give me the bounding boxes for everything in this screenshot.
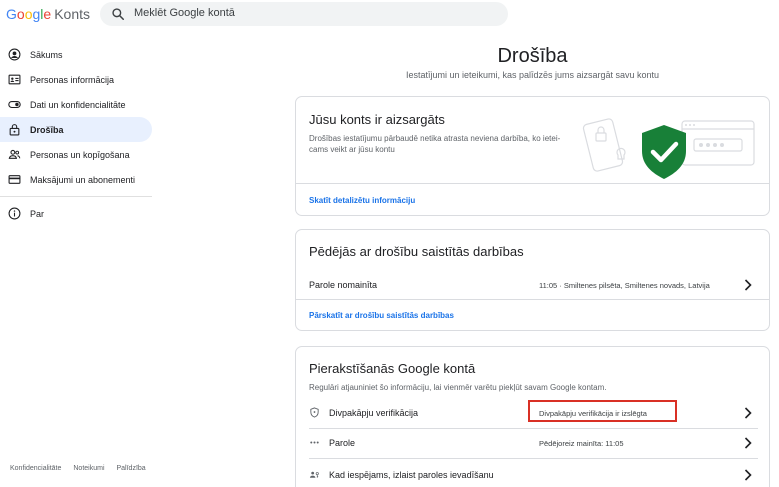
top-bar: Google Konts Meklēt Google kontā (0, 0, 779, 30)
signin-row-name: Divpakāpju verifikācija (329, 408, 419, 418)
footer-link-privacy[interactable]: Konfidencialitāte (10, 465, 61, 472)
people-icon (8, 149, 21, 159)
page-title: Drošība (497, 45, 568, 67)
security-status-desc: Drošības iestatījumu pārbaudē netika atr… (309, 134, 561, 154)
chevron-right-icon (744, 437, 752, 449)
sidebar-item-security[interactable]: Drošība (0, 117, 152, 142)
protected-shield-illustration (582, 118, 755, 179)
signin-row-name: Kad iespējams, izlaist paroles ievadīšan… (329, 470, 494, 480)
sidebar-item-people-sharing[interactable]: Personas un kopīgošana (0, 142, 152, 167)
recent-activity-card: Pēdējās ar drošību saistītās darbības Pa… (295, 229, 770, 331)
shield-outline-icon (310, 407, 319, 418)
search-icon[interactable] (111, 7, 125, 21)
activity-row-password-changed[interactable]: Parole nomainīta 11:05 · Smiltenes pilsē… (296, 271, 769, 299)
info-icon (8, 207, 21, 220)
row-divider (309, 458, 758, 459)
page-subtitle: Iestatījumi un ieteikumi, kas palīdzēs j… (405, 70, 660, 80)
sidebar-item-about[interactable]: Par (0, 201, 152, 226)
credit-card-icon (8, 175, 21, 184)
footer-link-help[interactable]: Palīdzība (117, 465, 146, 472)
sidebar-item-home[interactable]: Sākums (0, 42, 152, 67)
activity-details: 11:05 · Smiltenes pilsēta, Smiltenes nov… (539, 281, 710, 290)
password-dots-icon (310, 441, 319, 444)
review-activity-link[interactable]: Pārskatīt ar drošību saistītās darbības (309, 311, 454, 320)
chevron-right-icon (744, 469, 752, 481)
footer-link-terms[interactable]: Noteikumi (73, 465, 104, 472)
card-divider (296, 299, 769, 300)
lock-icon (9, 124, 20, 136)
signin-row-value: Pēdējoreiz mainīta: 11:05 (539, 439, 624, 448)
highlight-box (528, 400, 677, 422)
signin-row-password[interactable]: Parole Pēdējoreiz mainīta: 11:05 (296, 429, 769, 457)
sidebar-footer: Konfidencialitāte Noteikumi Palīdzība (10, 465, 146, 472)
view-details-link[interactable]: Skatīt detalizētu informāciju (309, 196, 415, 205)
activity-name: Parole nomainīta (309, 280, 378, 290)
google-account-logo[interactable]: Google Konts (6, 6, 90, 22)
sidebar-item-personal-info[interactable]: Personas informācija (0, 67, 152, 92)
product-name: Konts (54, 6, 91, 22)
search-placeholder: Meklēt Google kontā (134, 7, 235, 19)
signin-row-name: Parole (329, 438, 356, 448)
security-status-card: Jūsu konts ir aizsargāts Drošības iestat… (295, 96, 770, 216)
card-divider (296, 183, 769, 184)
signin-row-passkey[interactable]: Kad iespējams, izlaist paroles ievadīšan… (296, 461, 769, 487)
passkey-icon (309, 471, 319, 478)
shield-check-icon (642, 125, 686, 179)
search-input[interactable]: Meklēt Google kontā (100, 2, 508, 26)
account-circle-icon (8, 48, 21, 61)
sidebar-item-payments[interactable]: Maksājumi un abonementi (0, 167, 152, 192)
sidebar-item-data-privacy[interactable]: Dati un konfidencialitāte (0, 92, 152, 117)
signin-desc: Regulāri atjauniniet šo informāciju, lai… (309, 383, 607, 392)
id-card-icon (8, 74, 21, 85)
security-status-title: Jūsu konts ir aizsargāts (309, 112, 445, 127)
recent-activity-title: Pēdējās ar drošību saistītās darbības (309, 244, 524, 259)
chevron-right-icon (744, 407, 752, 419)
sidebar-nav: Sākums Personas informācija Dati un konf… (0, 42, 152, 226)
chevron-right-icon (744, 279, 752, 291)
signin-title: Pierakstīšanās Google kontā (309, 361, 476, 376)
toggle-icon (8, 100, 21, 109)
sidebar-divider (0, 196, 152, 197)
